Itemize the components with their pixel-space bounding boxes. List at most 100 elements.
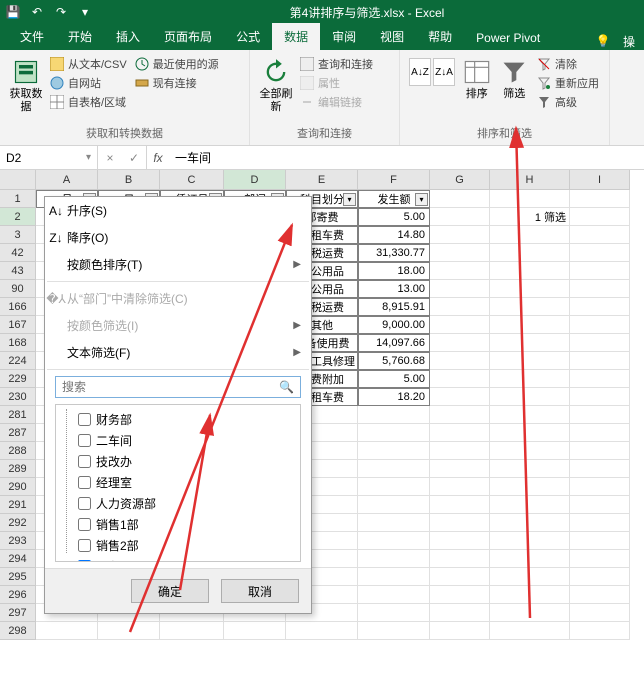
cell[interactable] <box>570 514 630 532</box>
cell[interactable] <box>570 532 630 550</box>
rowhead[interactable]: 1 <box>0 190 36 208</box>
cell[interactable] <box>358 514 430 532</box>
cell[interactable] <box>570 568 630 586</box>
cell[interactable]: 18.20 <box>358 388 430 406</box>
cell[interactable] <box>490 280 570 298</box>
cell[interactable] <box>430 262 490 280</box>
filter-button[interactable]: 筛选 <box>496 54 534 105</box>
cell[interactable] <box>570 298 630 316</box>
cell[interactable] <box>490 316 570 334</box>
save-icon[interactable]: 💾 <box>4 3 22 21</box>
cell[interactable]: 8,915.91 <box>358 298 430 316</box>
cell[interactable] <box>430 622 490 640</box>
redo-icon[interactable]: ↷ <box>52 3 70 21</box>
cell[interactable] <box>430 280 490 298</box>
tab-insert[interactable]: 插入 <box>104 23 152 50</box>
rowhead[interactable]: 293 <box>0 532 36 550</box>
rowhead[interactable]: 295 <box>0 568 36 586</box>
cell[interactable] <box>430 478 490 496</box>
cell[interactable]: 1 筛选 <box>490 208 570 226</box>
cell[interactable] <box>430 514 490 532</box>
tab-formulas[interactable]: 公式 <box>224 23 272 50</box>
cell[interactable] <box>430 190 490 208</box>
cell[interactable] <box>490 460 570 478</box>
cell[interactable] <box>570 388 630 406</box>
cell[interactable] <box>430 316 490 334</box>
cell[interactable] <box>570 406 630 424</box>
cell[interactable] <box>570 316 630 334</box>
colhead-A[interactable]: A <box>36 170 98 190</box>
rowhead[interactable]: 229 <box>0 370 36 388</box>
rowhead[interactable]: 294 <box>0 550 36 568</box>
cell[interactable] <box>570 226 630 244</box>
from-web-button[interactable]: 自网站 <box>50 75 127 91</box>
rowhead[interactable]: 288 <box>0 442 36 460</box>
cell[interactable] <box>570 280 630 298</box>
rowhead[interactable]: 167 <box>0 316 36 334</box>
filter-item[interactable]: 二车间 <box>60 430 296 451</box>
select-all-button[interactable] <box>0 170 36 190</box>
cell[interactable] <box>490 244 570 262</box>
tab-home[interactable]: 开始 <box>56 23 104 50</box>
cell[interactable] <box>430 460 490 478</box>
cell[interactable] <box>358 550 430 568</box>
filter-checkbox[interactable] <box>78 560 91 562</box>
cell[interactable] <box>430 442 490 460</box>
cell[interactable] <box>430 208 490 226</box>
cell[interactable] <box>430 586 490 604</box>
ok-button[interactable]: 确定 <box>131 579 209 603</box>
filter-item[interactable]: 财务部 <box>60 409 296 430</box>
cell[interactable] <box>430 550 490 568</box>
sort-desc-button[interactable]: Z↓A <box>433 58 455 86</box>
cell[interactable] <box>430 226 490 244</box>
sort-asc-button[interactable]: A↓Z <box>409 58 431 86</box>
cell[interactable] <box>430 568 490 586</box>
colhead-I[interactable]: I <box>570 170 630 190</box>
rowhead[interactable]: 298 <box>0 622 36 640</box>
cell[interactable] <box>570 244 630 262</box>
tell-me-icon[interactable]: 💡 <box>594 32 612 50</box>
qat-dropdown-icon[interactable]: ▾ <box>76 3 94 21</box>
cell[interactable] <box>570 370 630 388</box>
tab-data[interactable]: 数据 <box>272 23 320 50</box>
cell[interactable] <box>430 352 490 370</box>
cell[interactable] <box>490 622 570 640</box>
rowhead[interactable]: 90 <box>0 280 36 298</box>
sort-asc-menuitem[interactable]: A↓升序(S) <box>45 197 311 224</box>
cell[interactable] <box>358 496 430 514</box>
cell[interactable] <box>286 622 358 640</box>
cell[interactable] <box>570 478 630 496</box>
cell[interactable] <box>490 262 570 280</box>
cancel-button[interactable]: 取消 <box>221 579 299 603</box>
cell[interactable]: 5.00 <box>358 208 430 226</box>
filter-item[interactable]: 人力资源部 <box>60 493 296 514</box>
filter-checkbox[interactable] <box>78 518 91 531</box>
filter-checkbox[interactable] <box>78 455 91 468</box>
cell[interactable]: 5,760.68 <box>358 352 430 370</box>
cell[interactable]: 14.80 <box>358 226 430 244</box>
cell[interactable] <box>358 604 430 622</box>
cell[interactable]: 5.00 <box>358 370 430 388</box>
cell[interactable] <box>570 622 630 640</box>
cell[interactable] <box>160 622 224 640</box>
formula-input[interactable]: 一车间 <box>169 146 644 169</box>
cell[interactable] <box>570 424 630 442</box>
fx-icon[interactable]: fx <box>147 146 169 169</box>
enter-formula-icon[interactable]: ✓ <box>122 151 146 165</box>
colhead-B[interactable]: B <box>98 170 160 190</box>
rowhead[interactable]: 297 <box>0 604 36 622</box>
filter-item[interactable]: 经理室 <box>60 472 296 493</box>
tab-review[interactable]: 审阅 <box>320 23 368 50</box>
from-text-csv-button[interactable]: 从文本/CSV <box>50 56 127 72</box>
cell[interactable] <box>358 622 430 640</box>
cell[interactable] <box>430 604 490 622</box>
cell[interactable]: 13.00 <box>358 280 430 298</box>
rowhead[interactable]: 281 <box>0 406 36 424</box>
rowhead[interactable]: 43 <box>0 262 36 280</box>
recent-sources-button[interactable]: 最近使用的源 <box>135 56 219 72</box>
cell[interactable] <box>490 478 570 496</box>
cell[interactable] <box>490 442 570 460</box>
cell[interactable] <box>224 622 286 640</box>
sort-button[interactable]: 排序 <box>458 54 496 105</box>
cell[interactable] <box>490 532 570 550</box>
